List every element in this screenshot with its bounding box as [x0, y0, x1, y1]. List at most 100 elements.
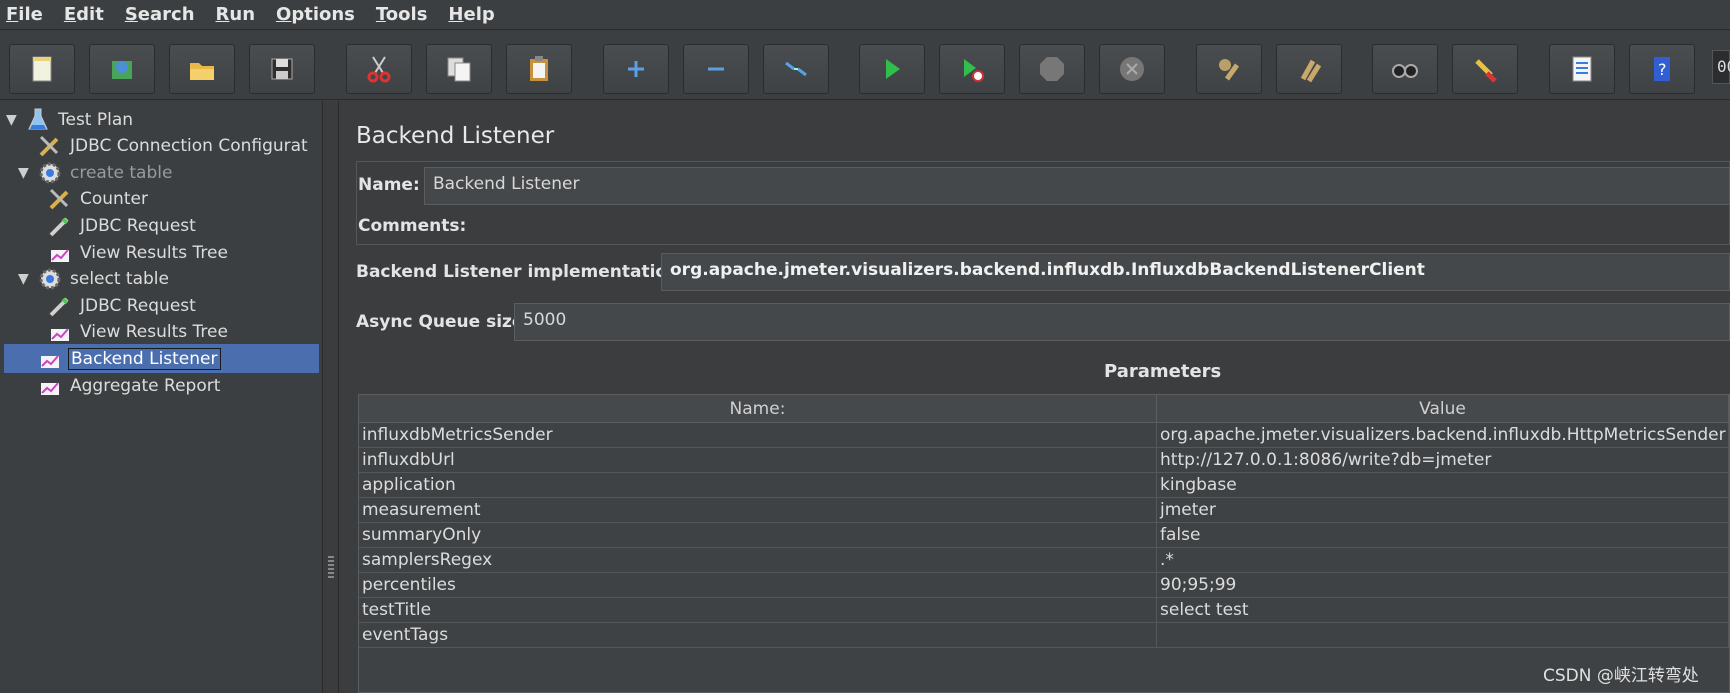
param-value-cell[interactable]: false — [1157, 523, 1729, 547]
stop-button[interactable] — [1019, 44, 1085, 94]
name-field[interactable]: Backend Listener — [424, 167, 1730, 205]
page-title: Backend Listener — [356, 123, 555, 149]
menu-help[interactable]: Help — [448, 4, 494, 25]
tree-item[interactable]: Backend Listener — [4, 344, 319, 374]
shutdown-button[interactable] — [1099, 44, 1165, 94]
templates-icon — [112, 61, 132, 79]
table-header: Name: Value — [359, 395, 1729, 423]
param-name-cell[interactable]: measurement — [359, 498, 1157, 522]
menu-bar: File Edit Search Run Options Tools Help — [0, 0, 1730, 30]
clear-button[interactable] — [1196, 44, 1262, 94]
tree-item-label: select table — [70, 269, 169, 290]
tree-item[interactable]: JDBC Request — [0, 291, 198, 320]
start-no-pauses-icon — [964, 59, 984, 82]
table-row[interactable]: influxdbUrl http://127.0.0.1:8086/write?d… — [359, 448, 1729, 473]
menu-edit[interactable]: Edit — [64, 4, 104, 25]
menu-run[interactable]: Run — [216, 4, 256, 25]
clear-all-button[interactable] — [1276, 44, 1342, 94]
tree-item[interactable]: JDBC Request — [0, 211, 198, 240]
listener-icon — [36, 372, 64, 400]
search-button[interactable] — [1372, 44, 1438, 94]
parameters-table: Name: Value influxdbMetricsSender org.apa… — [358, 394, 1730, 693]
param-name-cell[interactable]: influxdbUrl — [359, 448, 1157, 472]
param-value-cell[interactable]: kingbase — [1157, 473, 1729, 497]
test-plan-tree: ▼ Test Plan JDBC Connection Configurat ▼ cre… — [0, 101, 323, 693]
expand-toggle-icon[interactable]: ▼ — [18, 271, 32, 287]
expand-all-button[interactable] — [603, 44, 669, 94]
column-header-name[interactable]: Name: — [359, 395, 1157, 422]
table-row[interactable]: summaryOnly false — [359, 523, 1729, 548]
new-button[interactable] — [9, 44, 75, 94]
start-no-pauses-button[interactable] — [939, 44, 1005, 94]
name-label: Name: — [358, 175, 420, 195]
splitter-grip[interactable] — [328, 556, 334, 580]
param-name-cell[interactable]: percentiles — [359, 573, 1157, 597]
thread-group-icon — [36, 159, 64, 187]
implementation-label: Backend Listener implementation — [356, 262, 680, 282]
param-name-cell[interactable]: samplersRegex — [359, 548, 1157, 572]
start-icon — [886, 59, 900, 79]
async-queue-field[interactable]: 5000 — [514, 303, 1730, 341]
menu-file[interactable]: File — [6, 4, 43, 25]
implementation-select[interactable]: org.apache.jmeter.visualizers.backend.in… — [661, 253, 1730, 291]
param-value-cell[interactable]: select test — [1157, 598, 1729, 622]
config-tools-icon — [36, 132, 64, 160]
menu-options[interactable]: Options — [276, 4, 355, 25]
tree-item-label: JDBC Connection Configurat — [70, 136, 308, 157]
copy-icon — [447, 57, 471, 82]
split-pane-divider[interactable] — [323, 101, 339, 693]
tree-item[interactable]: Counter — [0, 185, 150, 214]
paste-button[interactable] — [506, 44, 572, 94]
column-header-value[interactable]: Value — [1157, 395, 1729, 422]
tree-item[interactable]: Aggregate Report — [0, 371, 222, 400]
param-name-cell[interactable]: testTitle — [359, 598, 1157, 622]
backend-listener-panel: Backend Listener Name: Backend Listener … — [340, 101, 1730, 693]
tree-item[interactable]: View Results Tree — [0, 318, 230, 347]
tree-item[interactable]: ▼ create table — [0, 158, 174, 187]
function-helper-button[interactable] — [1549, 44, 1615, 94]
param-value-cell[interactable] — [1157, 623, 1729, 647]
start-button[interactable] — [859, 44, 925, 94]
table-row[interactable]: eventTags — [359, 623, 1729, 648]
param-name-cell[interactable]: eventTags — [359, 623, 1157, 647]
param-value-cell[interactable]: jmeter — [1157, 498, 1729, 522]
cut-button[interactable] — [346, 44, 412, 94]
tree-item-label: JDBC Request — [80, 295, 196, 316]
param-value-cell[interactable]: 90;95;99 — [1157, 573, 1729, 597]
table-row[interactable]: samplersRegex .* — [359, 548, 1729, 573]
async-queue-label: Async Queue size — [356, 312, 524, 332]
table-row[interactable]: influxdbMetricsSender org.apache.jmeter.v… — [359, 423, 1729, 448]
reset-search-button[interactable] — [1452, 44, 1518, 94]
param-value-cell[interactable]: org.apache.jmeter.visualizers.backend.in… — [1157, 423, 1729, 447]
tree-item-label: View Results Tree — [80, 242, 228, 263]
param-name-cell[interactable]: summaryOnly — [359, 523, 1157, 547]
table-row[interactable]: percentiles 90;95;99 — [359, 573, 1729, 598]
help-button[interactable]: ? — [1629, 44, 1695, 94]
tree-item[interactable]: ▼ select table — [0, 265, 171, 294]
expand-toggle-icon[interactable]: ▼ — [6, 112, 20, 128]
toggle-button[interactable] — [763, 44, 829, 94]
param-name-cell[interactable]: application — [359, 473, 1157, 497]
expand-toggle-icon[interactable]: ▼ — [18, 165, 32, 181]
save-button[interactable] — [249, 44, 315, 94]
table-row[interactable]: measurement jmeter — [359, 498, 1729, 523]
table-row[interactable]: testTitle select test — [359, 598, 1729, 623]
table-row[interactable]: application kingbase — [359, 473, 1729, 498]
tree-item-label: View Results Tree — [80, 322, 228, 343]
collapse-all-button[interactable] — [683, 44, 749, 94]
open-button[interactable] — [169, 44, 235, 94]
copy-button[interactable] — [426, 44, 492, 94]
stop-icon — [1040, 57, 1064, 81]
menu-tools[interactable]: Tools — [376, 4, 428, 25]
tree-item[interactable]: ▼ Test Plan — [0, 105, 135, 134]
param-value-cell[interactable]: .* — [1157, 548, 1729, 572]
param-name-cell[interactable]: influxdbMetricsSender — [359, 423, 1157, 447]
svg-text:?: ? — [1658, 60, 1667, 79]
templates-button[interactable] — [89, 44, 155, 94]
toggle-icon — [785, 61, 807, 77]
tree-item[interactable]: JDBC Connection Configurat — [0, 132, 310, 161]
tree-item[interactable]: View Results Tree — [0, 238, 230, 267]
watermark: CSDN @峡江转弯处 — [1543, 666, 1699, 686]
param-value-cell[interactable]: http://127.0.0.1:8086/write?db=jmeter — [1157, 448, 1729, 472]
menu-search[interactable]: Search — [125, 4, 195, 25]
